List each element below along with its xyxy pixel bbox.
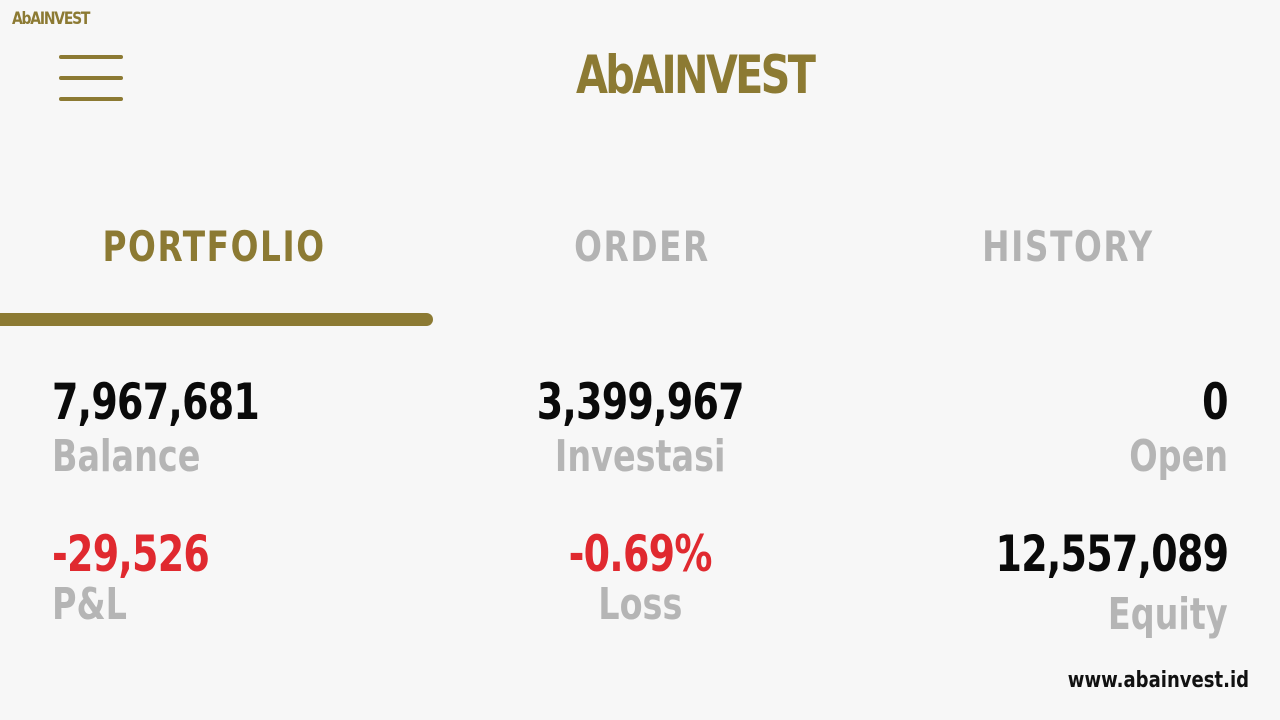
equity-label: Equity <box>1108 589 1228 640</box>
tab-order-label: ORDER <box>574 222 710 271</box>
small-brand-logo: AbAINVEST <box>12 9 90 29</box>
balance-label: Balance <box>52 431 201 482</box>
open-value: 0 <box>1202 373 1228 431</box>
tab-history-label: HISTORY <box>982 222 1154 271</box>
investasi-value: 3,399,967 <box>536 373 744 431</box>
open-label-wrap: Open <box>1098 432 1228 482</box>
balance-value: 7,967,681 <box>52 373 260 431</box>
pnl-label: P&L <box>52 579 127 630</box>
investasi-stat: 3,399,967 <box>440 374 840 430</box>
pnl-label-wrap: P&L <box>52 580 151 630</box>
hamburger-bar-bottom <box>59 97 123 101</box>
tab-portfolio[interactable]: PORTFOLIO <box>0 222 428 278</box>
website-url: www.abainvest.id <box>1067 668 1249 693</box>
open-stat: 0 <box>1194 374 1228 430</box>
equity-label-wrap: Equity <box>1070 590 1228 640</box>
tab-history[interactable]: HISTORY <box>856 222 1280 278</box>
loss-label: Loss <box>597 579 683 630</box>
hamburger-menu-button[interactable] <box>58 54 124 104</box>
tab-portfolio-label: PORTFOLIO <box>102 222 326 271</box>
brand-logo[interactable]: AbAINVEST <box>576 45 816 106</box>
balance-label-wrap: Balance <box>52 432 247 482</box>
balance-stat: 7,967,681 <box>52 374 325 430</box>
tab-order[interactable]: ORDER <box>428 222 856 278</box>
loss-label-wrap: Loss <box>440 580 840 630</box>
equity-stat: 12,557,089 <box>922 525 1229 583</box>
hamburger-bar-middle <box>59 76 123 80</box>
loss-stat: -0.69% <box>440 526 840 582</box>
equity-value: 12,557,089 <box>995 525 1229 583</box>
pnl-value: -29,526 <box>52 525 210 583</box>
investasi-label-wrap: Investasi <box>440 432 840 482</box>
hamburger-menu-icon <box>59 55 123 59</box>
open-label: Open <box>1129 431 1228 482</box>
active-tab-indicator <box>0 313 433 326</box>
pnl-stat: -29,526 <box>52 526 259 582</box>
investasi-label: Investasi <box>554 431 726 482</box>
loss-value: -0.69% <box>568 525 712 583</box>
